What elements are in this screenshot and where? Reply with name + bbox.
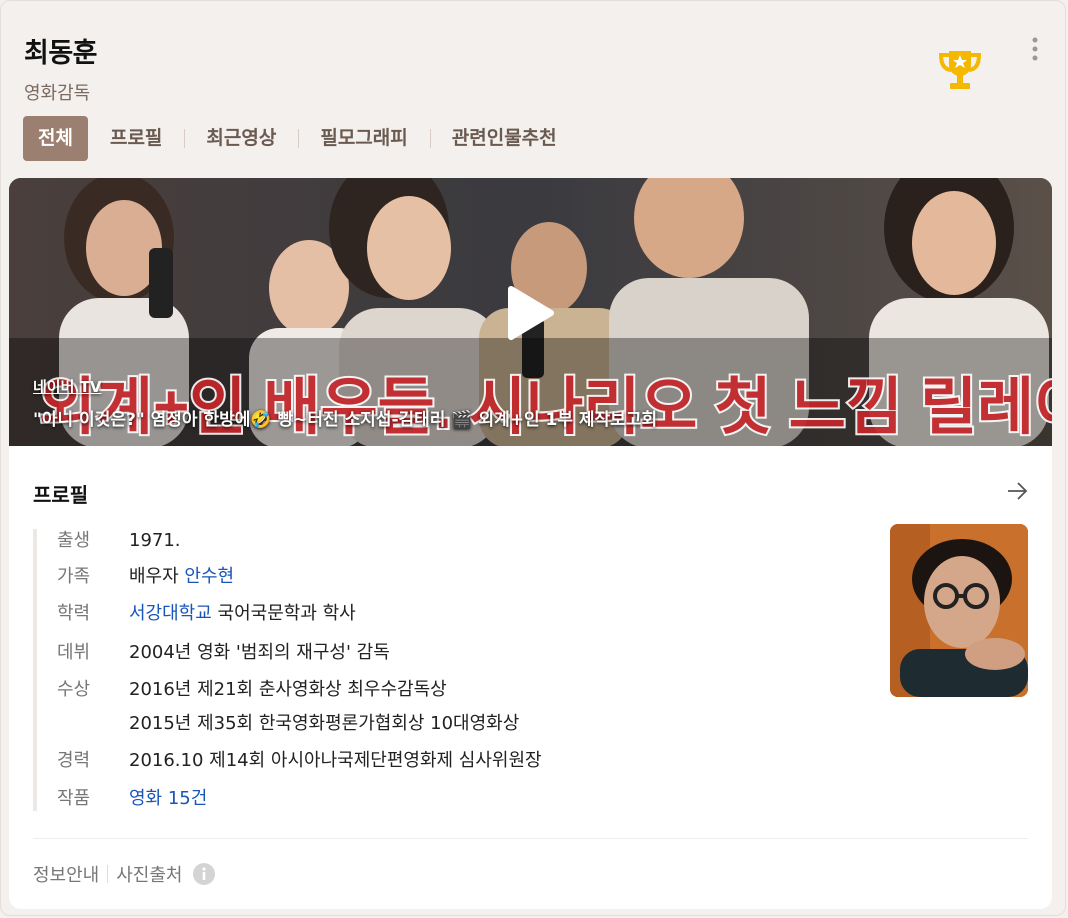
video-title[interactable]: "아니 이것은?" 염정아 한방에🤣 빵~터진 소지섭-김태리 🎬 외계+인 1… <box>33 405 657 430</box>
row-label: 학력 <box>57 603 91 624</box>
footer-separator <box>107 865 109 883</box>
arrow-right-icon[interactable] <box>1005 479 1029 503</box>
tab-profile[interactable]: 프로필 <box>88 116 184 161</box>
profile-row-birth: 출생 1971. <box>57 528 181 554</box>
row-label: 가족 <box>57 566 91 587</box>
spouse-link[interactable]: 안수현 <box>184 566 234 587</box>
info-icon[interactable] <box>192 863 215 885</box>
person-card: 최동훈 영화감독 전체 프로필 최근영상 필모그래피 관련인물추천 외계+인 배… <box>0 0 1066 916</box>
tab-recent-videos[interactable]: 최근영상 <box>184 116 298 161</box>
photo-source-link[interactable]: 사진출처 <box>116 861 182 887</box>
profile-section: 프로필 출생 1971. 가족 배우자 안수현 학력 서강대학교 국어국문학과 학사 … <box>9 446 1052 909</box>
row-value: 2004년 영화 '범죄의 재구성' 감독 <box>129 642 390 663</box>
profile-row-career: 경력 2016.10 제14회 아시아나국제단편영화제 심사위원장 <box>57 748 542 774</box>
profile-title: 프로필 <box>33 483 89 507</box>
profile-photo[interactable] <box>890 524 1028 697</box>
row-label: 데뷔 <box>57 642 91 663</box>
profile-row-awards: 수상 2016년 제21회 춘사영화상 최우수감독상 <box>57 677 447 703</box>
portrait-image <box>890 524 1028 697</box>
row-label: 경력 <box>57 750 91 771</box>
profile-row-family: 가족 배우자 안수현 <box>57 564 234 590</box>
row-label: 출생 <box>57 530 91 551</box>
row-value: 국어국문학과 학사 <box>211 603 356 624</box>
more-vertical-icon[interactable] <box>1025 35 1045 65</box>
row-label: 수상 <box>57 679 91 700</box>
works-link[interactable]: 영화 15건 <box>129 788 207 809</box>
tab-all[interactable]: 전체 <box>23 116 88 161</box>
footer-divider <box>33 838 1028 839</box>
video-source[interactable]: 네이버 TV <box>33 376 101 397</box>
profile-left-bar <box>33 529 37 811</box>
profile-row-debut: 데뷔 2004년 영화 '범죄의 재구성' 감독 <box>57 640 390 666</box>
tab-bar: 전체 프로필 최근영상 필모그래피 관련인물추천 <box>23 116 579 161</box>
info-guide-link[interactable]: 정보안내 <box>33 861 99 887</box>
profile-row-education: 학력 서강대학교 국어국문학과 학사 <box>57 601 356 627</box>
play-icon[interactable] <box>505 285 555 341</box>
row-label: 작품 <box>57 788 91 809</box>
school-link[interactable]: 서강대학교 <box>129 603 212 624</box>
person-name: 최동훈 <box>24 38 98 69</box>
profile-row-works: 작품 영화 15건 <box>57 786 207 812</box>
person-occupation: 영화감독 <box>24 83 91 104</box>
trophy-icon[interactable] <box>935 45 985 95</box>
profile-row-awards-2: 2015년 제35회 한국영화평론가협회상 10대영화상 <box>57 711 519 737</box>
row-value: 2015년 제35회 한국영화평론가협회상 10대영화상 <box>129 713 520 734</box>
profile-footer: 정보안내 사진출처 <box>33 861 215 887</box>
tab-related-people[interactable]: 관련인물추천 <box>429 116 579 161</box>
tab-filmography[interactable]: 필모그래피 <box>298 116 429 161</box>
row-value: 배우자 <box>129 566 185 587</box>
row-value: 2016.10 제14회 아시아나국제단편영화제 심사위원장 <box>129 750 542 771</box>
row-value: 2016년 제21회 춘사영화상 최우수감독상 <box>129 679 447 700</box>
row-value: 1971. <box>129 530 181 551</box>
